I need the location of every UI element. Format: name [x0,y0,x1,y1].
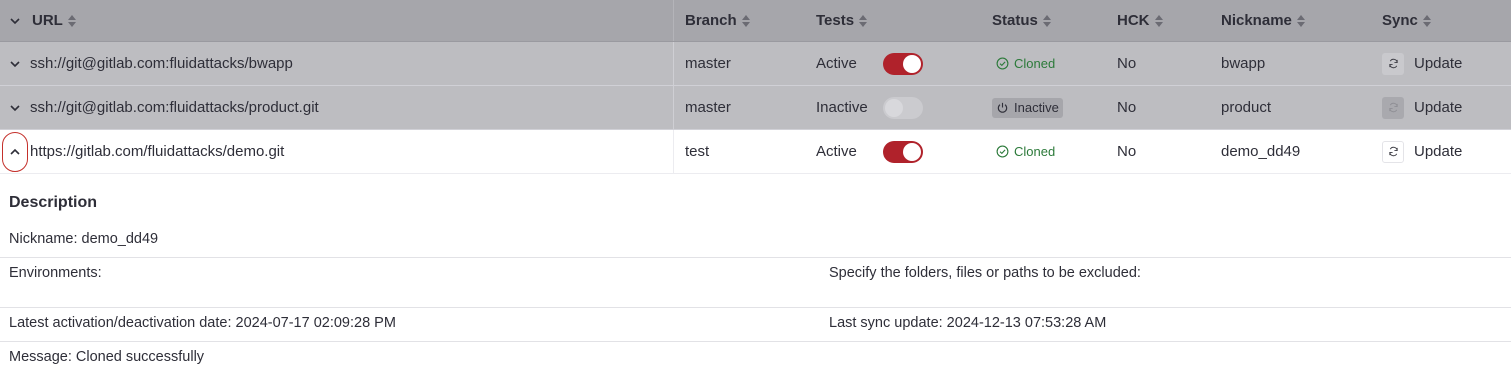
refresh-icon [1382,96,1404,119]
status-label: Cloned [1014,56,1056,71]
description-title: Description [9,194,98,211]
chevron-down-icon [5,54,25,74]
row-collapse-button[interactable] [2,132,28,172]
column-header-hck[interactable]: HCK [1117,0,1163,41]
chevron-down-icon [5,11,25,31]
status-badge: Cloned [992,130,1059,173]
hck-value: No [1117,55,1137,72]
sort-icon [1042,14,1051,27]
divider [0,307,1511,308]
divider [0,341,1511,342]
tests-label: Active [816,55,857,72]
chevron-down-icon [5,98,25,118]
description-message: Message: Cloned successfully [9,349,205,365]
expand-all-toggle[interactable] [5,0,25,41]
sort-icon [67,14,76,27]
refresh-icon [1382,52,1404,75]
check-circle-icon [996,57,1009,70]
sort-icon [1422,14,1431,27]
table-row[interactable]: https://gitlab.com/fluidattacks/demo.git… [0,130,1511,174]
sync-update-button[interactable]: Update [1382,42,1462,85]
nickname-value: demo_dd49 [1221,143,1301,160]
tests-toggle[interactable] [883,53,923,75]
row-expand-button[interactable] [5,42,25,85]
column-header-branch[interactable]: Branch [685,0,750,41]
tests-label: Inactive [816,99,868,116]
repo-branch: master [685,55,731,72]
table-row[interactable]: ssh://git@gitlab.com:fluidattacks/produc… [0,86,1511,130]
column-divider [673,0,674,41]
tests-toggle[interactable] [883,141,923,163]
sync-label: Update [1414,143,1463,160]
status-label: Inactive [1014,100,1059,115]
sort-icon [1296,14,1305,27]
toggle-knob [885,99,903,117]
sort-icon [859,14,868,27]
row-expand-button[interactable] [5,86,25,129]
nickname-value: bwapp [1221,55,1266,72]
column-header-label: Status [992,12,1038,29]
description-nickname: Nickname: demo_dd49 [9,231,159,247]
table-row[interactable]: ssh://git@gitlab.com:fluidattacks/bwapp … [0,42,1511,86]
tests-toggle[interactable] [883,97,923,119]
description-last-sync: Last sync update: 2024-12-13 07:53:28 AM [829,315,1107,331]
hck-value: No [1117,99,1137,116]
chevron-up-icon [5,142,25,162]
divider [0,257,1511,258]
repo-branch: master [685,99,731,116]
column-header-label: HCK [1117,12,1150,29]
column-header-url[interactable]: URL [32,0,76,41]
sync-label: Update [1414,99,1463,116]
sync-label: Update [1414,55,1463,72]
table-header: URL Branch Tests Status HCK Nickname Syn… [0,0,1511,42]
toggle-knob [903,143,921,161]
sort-icon [741,14,750,27]
column-header-tests[interactable]: Tests [816,0,868,41]
sort-icon [1154,14,1163,27]
status-label: Cloned [1014,144,1056,159]
sync-update-button[interactable]: Update [1382,130,1462,173]
repo-url: https://gitlab.com/fluidattacks/demo.git [30,143,285,160]
description-excluded-paths: Specify the folders, files or paths to b… [829,265,1141,281]
column-divider [673,86,674,129]
column-header-sync[interactable]: Sync [1382,0,1431,41]
description-latest-activation: Latest activation/deactivation date: 202… [9,315,396,331]
sync-update-button[interactable]: Update [1382,86,1462,129]
column-header-label: Branch [685,12,737,29]
repo-url: ssh://git@gitlab.com:fluidattacks/bwapp [30,55,293,72]
tests-label: Active [816,143,857,160]
column-header-nickname[interactable]: Nickname [1221,0,1305,41]
check-circle-icon [996,145,1009,158]
column-header-status[interactable]: Status [992,0,1051,41]
description-environments: Environments: [9,265,102,281]
column-header-label: Nickname [1221,12,1292,29]
column-divider [673,130,674,173]
toggle-knob [903,55,921,73]
status-badge: Cloned [992,42,1059,85]
column-divider [673,42,674,85]
hck-value: No [1117,143,1137,160]
refresh-icon [1382,140,1404,163]
column-header-label: Tests [816,12,855,29]
power-icon [997,102,1008,113]
column-header-label: URL [32,12,63,29]
repo-url: ssh://git@gitlab.com:fluidattacks/produc… [30,99,319,116]
status-badge: Inactive [992,86,1063,129]
nickname-value: product [1221,99,1272,116]
repo-branch: test [685,143,710,160]
column-header-label: Sync [1382,12,1418,29]
